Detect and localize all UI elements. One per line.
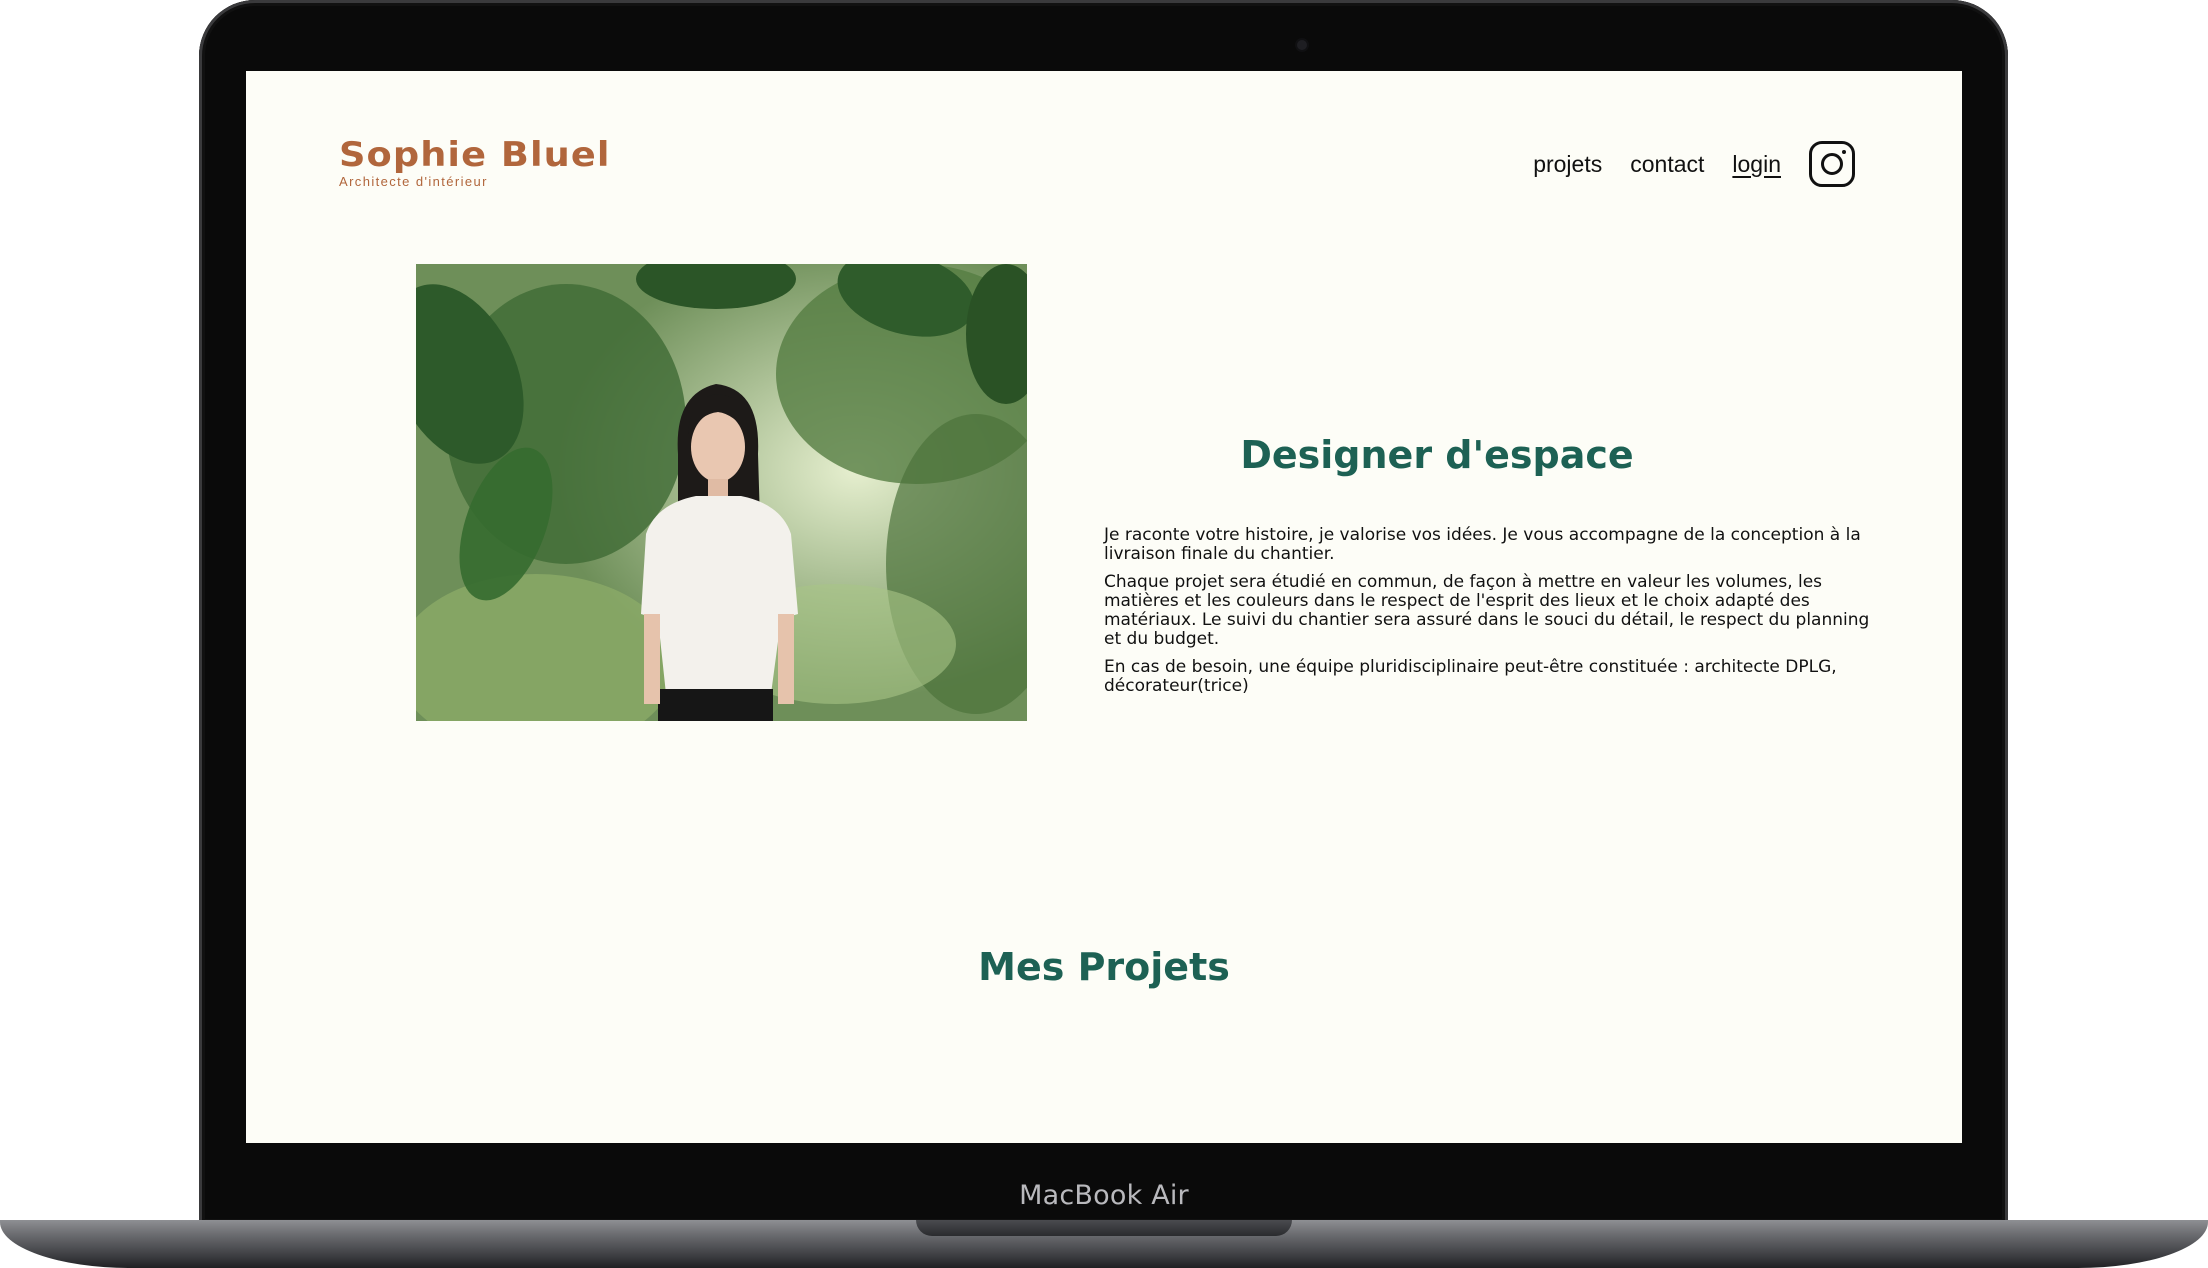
device-label: MacBook Air	[1019, 1180, 1189, 1211]
logo-title: Sophie Bluel	[339, 135, 611, 175]
nav-link-login[interactable]: login	[1732, 151, 1781, 178]
logo-subtitle: Architecte d'intérieur	[339, 174, 488, 189]
intro-paragraph: Chaque projet sera étudié en commun, de …	[1104, 572, 1870, 649]
intro-text: Je raconte votre histoire, je valorise v…	[1104, 526, 1874, 705]
portrait-illustration	[416, 264, 1027, 721]
main-nav: projets contact login	[1533, 141, 1855, 187]
browser-viewport: Sophie Bluel Architecte d'intérieur proj…	[246, 71, 1962, 1143]
instagram-dot	[1842, 150, 1846, 154]
camera-icon	[1297, 40, 1307, 50]
site-logo[interactable]: Sophie Bluel Architecte d'intérieur	[339, 138, 609, 189]
intro-title: Designer d'espace	[1240, 433, 1634, 477]
nav-link-projects[interactable]: projets	[1533, 151, 1602, 178]
intro-paragraph: En cas de besoin, une équipe pluridiscip…	[1104, 657, 1837, 696]
intro-paragraph: Je raconte votre histoire, je valorise v…	[1104, 525, 1861, 564]
portfolio-title: Mes Projets	[978, 945, 1230, 989]
architect-portrait-image	[416, 264, 1027, 721]
instagram-lens	[1821, 153, 1843, 175]
nav-link-contact[interactable]: contact	[1630, 151, 1704, 178]
instagram-icon[interactable]	[1809, 141, 1855, 187]
laptop-hinge-notch	[916, 1220, 1292, 1236]
